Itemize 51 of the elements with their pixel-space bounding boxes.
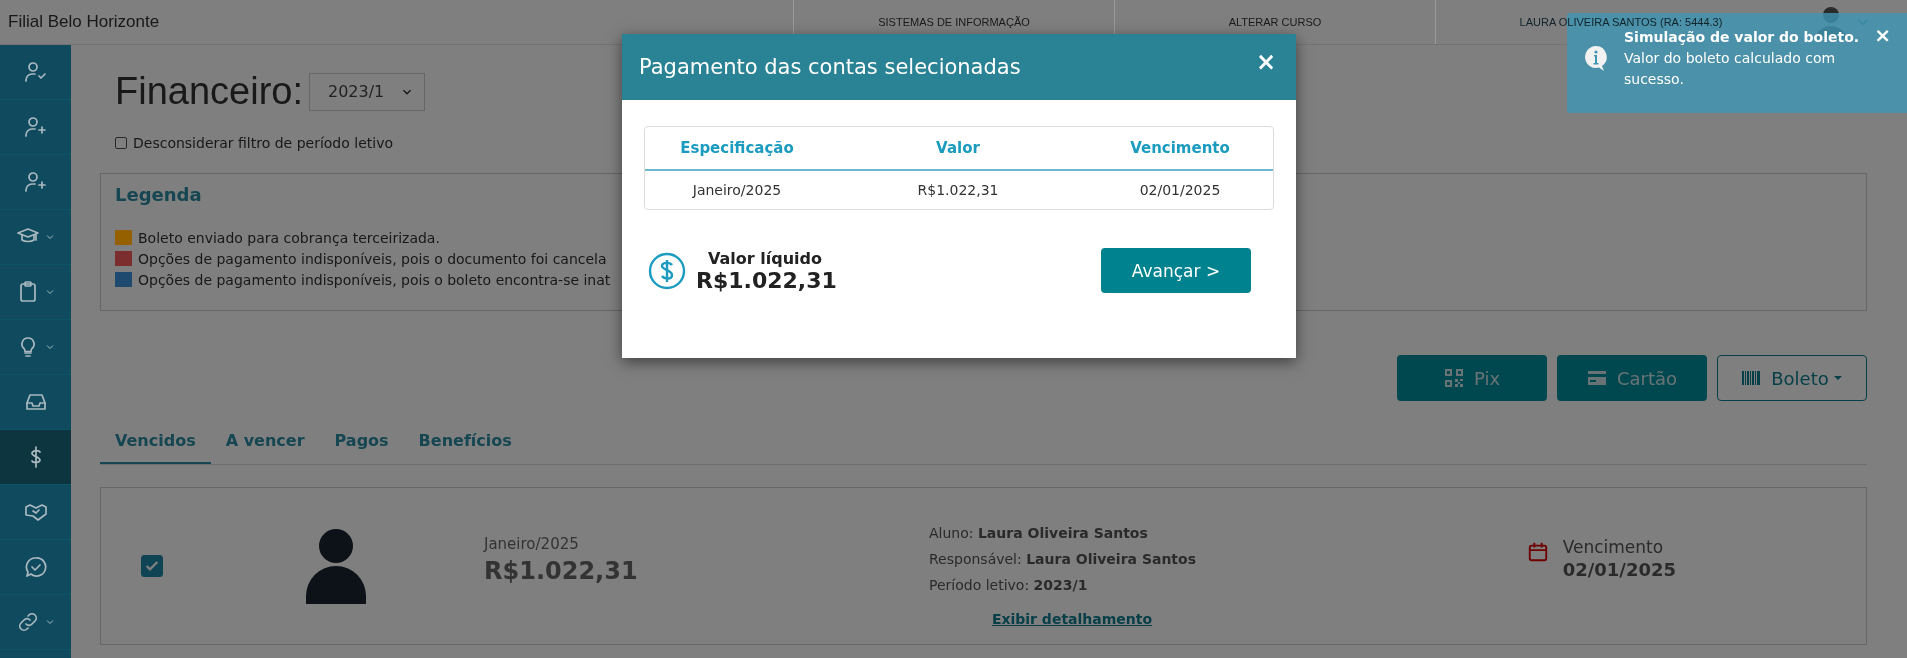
branch-name: Filial Belo Horizonte [7,12,161,32]
info-icon [1584,45,1608,71]
tab[interactable]: Vencidos [100,421,211,464]
bill-amount: R$1.022,31 [484,557,639,585]
sidebar-item[interactable] [0,430,71,485]
page-title: Financeiro: [115,70,303,113]
barcode-icon [1741,368,1762,388]
due-date: 02/01/2025 [1562,558,1676,580]
calendar-icon [1526,540,1549,563]
user-check-icon [23,60,48,84]
column-header: Valor [935,139,981,157]
net-value-amount: R$1.022,31 [696,267,837,293]
bill-detail: Responsável: Laura Oliveira Santos [929,551,1198,567]
bill-detail: Período letivo: 2023/1 [929,577,1089,593]
period-select[interactable]: 2023/1 [309,72,426,111]
legend-label: Opções de pagamento indisponíveis, pois o boleto encontra-se inat [138,271,611,288]
checkbox[interactable] [115,137,127,149]
user-plus-icon [23,115,48,139]
qr-code-icon [1443,368,1464,388]
credit-card-icon [1586,368,1607,388]
table-cell-text: R$1.022,31 [916,182,1000,198]
tab[interactable]: Benefícios [403,421,527,464]
legend-title: Legenda [115,184,202,205]
close-button[interactable]: × [1255,48,1276,76]
advance-button[interactable]: Avançar > [1101,248,1251,293]
dollar-circle-icon [648,251,686,290]
dialog-title: Pagamento das contas selecionadas [639,55,1021,79]
caret-icon [1832,373,1843,383]
checkbox[interactable] [141,555,163,577]
payment-button[interactable]: Boleto [1717,355,1867,401]
column-header: Vencimento [1129,139,1231,157]
table-cell-text: Janeiro/2025 [691,182,783,198]
legend-label: Opções de pagamento indisponíveis, pois o documento foi cancela [138,250,607,267]
toast-message: Valor do boleto calculado com sucesso. [1624,49,1837,89]
payment-button[interactable]: Cartão [1557,355,1707,401]
net-value-label: Valor líquido [708,248,823,268]
table-cell-text: 02/01/2025 [1138,182,1222,198]
bill-detail: Aluno: Laura Oliveira Santos [929,525,1149,541]
tab[interactable]: Pagos [319,421,404,464]
legend-label: Boleto enviado para cobrança terceirizada. [138,229,440,246]
user-plus-icon [23,170,48,194]
due-label: Vencimento [1562,536,1665,557]
details-link[interactable]: Exibir detalhamento [929,611,1215,627]
bill-month: Janeiro/2025 [484,535,580,553]
tab[interactable]: A vencer [210,421,320,464]
chat-check-icon [23,555,48,579]
close-button[interactable]: × [1874,23,1891,47]
checkbox-label: Desconsiderar filtro de período letivo [133,135,393,151]
payment-button[interactable]: Pix [1397,355,1547,401]
column-header: Especificação [679,139,795,157]
person-icon [306,528,366,604]
